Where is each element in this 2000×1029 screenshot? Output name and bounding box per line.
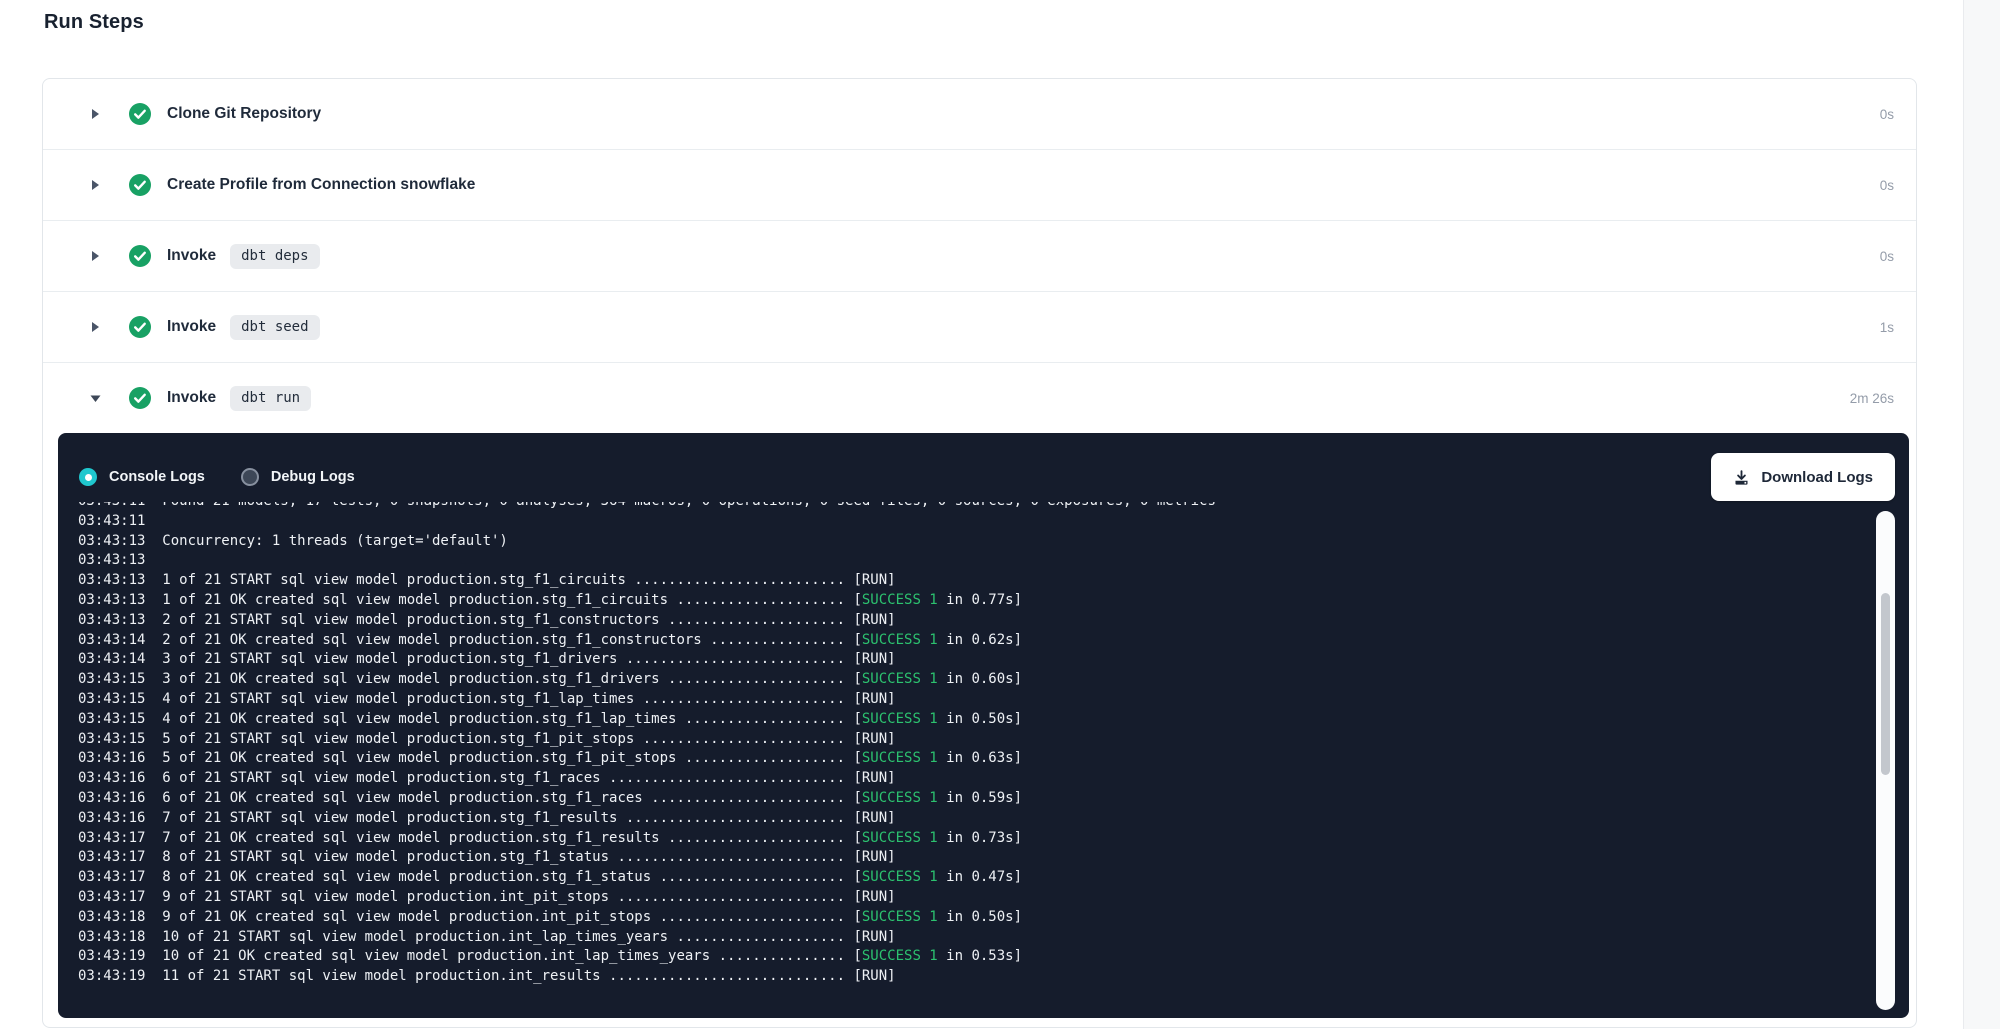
log-lines: 03:43:11 Found 21 models, 17 tests, 0 sn… [78,502,1909,987]
step-command-chip: dbt run [230,386,311,411]
step-clone-git-repository: Clone Git Repository 0s [43,79,1916,149]
caret-right-icon[interactable] [88,321,102,333]
step-label: Create Profile from Connection snowflake [167,176,475,194]
step-invoke-dbt-deps: Invoke dbt deps 0s [43,220,1916,291]
step-row[interactable]: Invoke dbt deps 0s [43,221,1916,291]
radio-label[interactable]: Console Logs [109,469,205,485]
step-invoke-dbt-seed: Invoke dbt seed 1s [43,291,1916,362]
check-circle-icon [129,103,151,125]
step-duration: 0s [1880,249,1894,264]
log-scroll-area[interactable]: 03:43:11 Found 21 models, 17 tests, 0 sn… [58,502,1909,1018]
log-scrollbar-thumb[interactable] [1881,593,1890,775]
step-label: Invoke [167,389,216,407]
caret-right-icon[interactable] [88,250,102,262]
log-scrollbar-track[interactable] [1876,511,1895,1010]
step-command-chip: dbt seed [230,315,319,340]
radio-unselected-icon[interactable] [241,468,259,486]
caret-right-icon[interactable] [88,179,102,191]
step-label: Clone Git Repository [167,105,321,123]
radio-label[interactable]: Debug Logs [271,469,355,485]
caret-right-icon[interactable] [88,108,102,120]
step-duration: 0s [1880,178,1894,193]
step-command-chip: dbt deps [230,244,319,269]
check-circle-icon [129,387,151,409]
page-background-strip [1963,0,2000,1029]
run-steps-card: Clone Git Repository 0s Create Profile f… [42,78,1917,1028]
step-duration: 2m 26s [1850,391,1894,406]
console-log-panel: Console Logs Debug Logs Download Logs [58,433,1909,1018]
step-duration: 0s [1880,107,1894,122]
step-label: Invoke [167,318,216,336]
caret-down-icon[interactable] [88,392,102,404]
check-circle-icon [129,174,151,196]
step-create-profile: Create Profile from Connection snowflake… [43,149,1916,220]
step-row[interactable]: Invoke dbt seed 1s [43,292,1916,362]
page-title: Run Steps [44,11,144,34]
check-circle-icon [129,245,151,267]
step-row[interactable]: Clone Git Repository 0s [43,79,1916,149]
step-duration: 1s [1880,320,1894,335]
console-logs-radio[interactable]: Console Logs [79,468,205,486]
step-label: Invoke [167,247,216,265]
debug-logs-radio[interactable]: Debug Logs [241,468,355,486]
log-type-radio-group: Console Logs Debug Logs [79,453,355,501]
download-logs-label: Download Logs [1761,469,1873,486]
download-logs-button[interactable]: Download Logs [1711,453,1895,501]
step-invoke-dbt-run: Invoke dbt run 2m 26s Console Logs Debug… [43,362,1916,1018]
step-row[interactable]: Create Profile from Connection snowflake… [43,150,1916,220]
radio-selected-icon[interactable] [79,468,97,486]
step-row[interactable]: Invoke dbt run 2m 26s [43,363,1916,433]
check-circle-icon [129,316,151,338]
download-icon [1733,469,1750,486]
